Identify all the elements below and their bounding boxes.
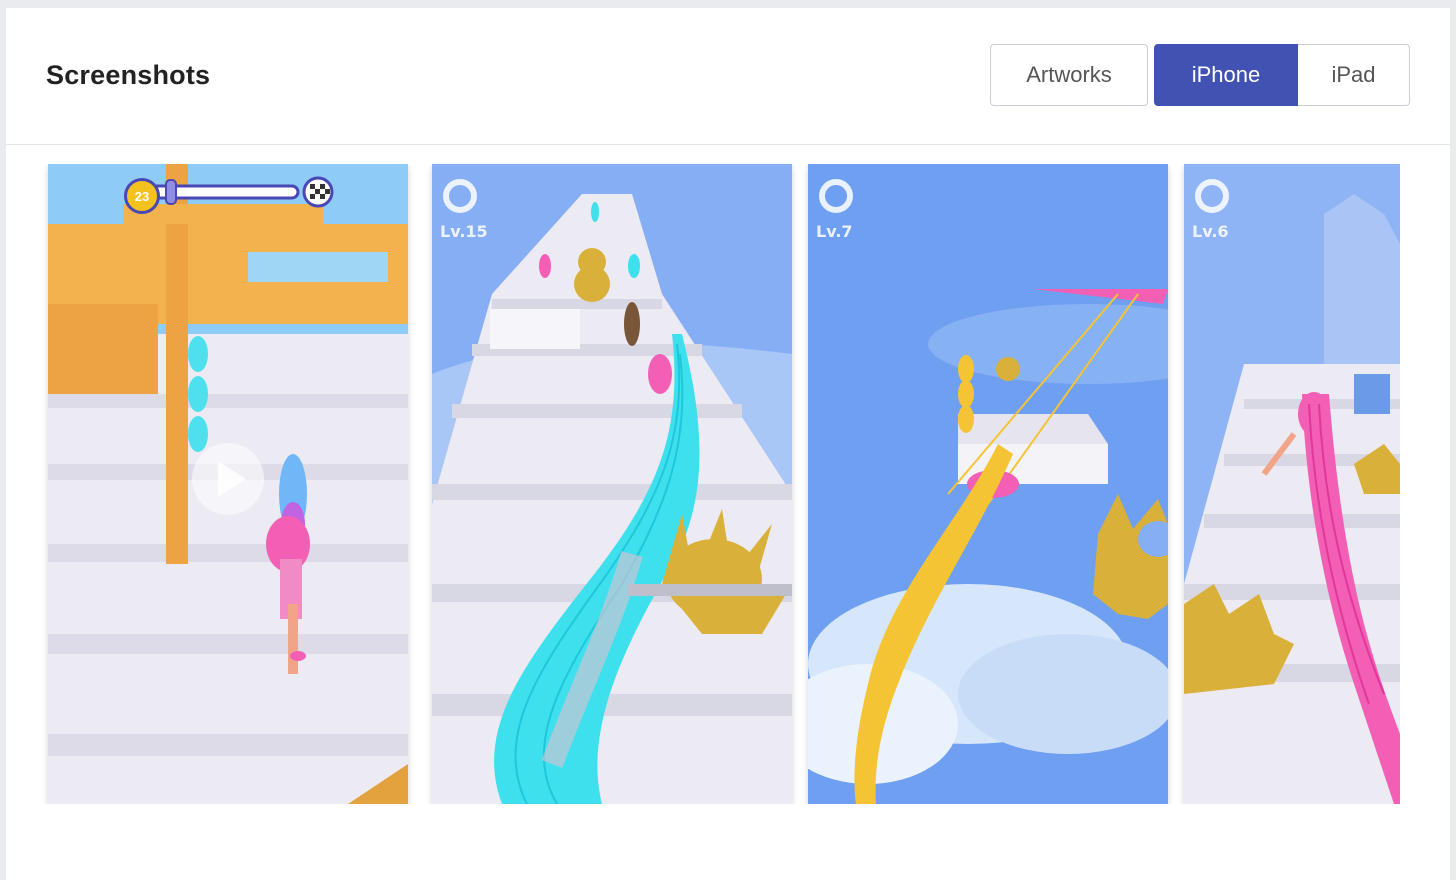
section-title: Screenshots [46, 60, 211, 90]
screenshot-carousel[interactable]: 23 Lv.15 Lv.7 Lv.6 [6, 164, 1400, 804]
screenshot-2-image [432, 164, 792, 804]
tab-ipad[interactable]: iPad [1298, 44, 1410, 106]
tab-artworks[interactable]: Artworks [990, 44, 1148, 106]
level-label: Lv.7 [816, 222, 853, 241]
level-badge: 23 [124, 178, 160, 214]
level-label: Lv.6 [1192, 222, 1229, 241]
screenshot-3-image [808, 164, 1168, 804]
screenshot-4-image [1184, 164, 1400, 804]
tab-iphone[interactable]: iPhone [1154, 44, 1298, 106]
screenshot-1-image [48, 164, 408, 804]
screenshot-4[interactable]: Lv.6 [1184, 164, 1400, 804]
screenshot-1[interactable]: 23 [48, 164, 408, 804]
screenshots-panel: Screenshots Artworks iPhone iPad 23 Lv.1… [6, 8, 1450, 880]
divider [6, 144, 1450, 145]
screenshot-2[interactable]: Lv.15 [432, 164, 792, 804]
level-label: Lv.15 [440, 222, 488, 241]
screenshot-3[interactable]: Lv.7 [808, 164, 1168, 804]
